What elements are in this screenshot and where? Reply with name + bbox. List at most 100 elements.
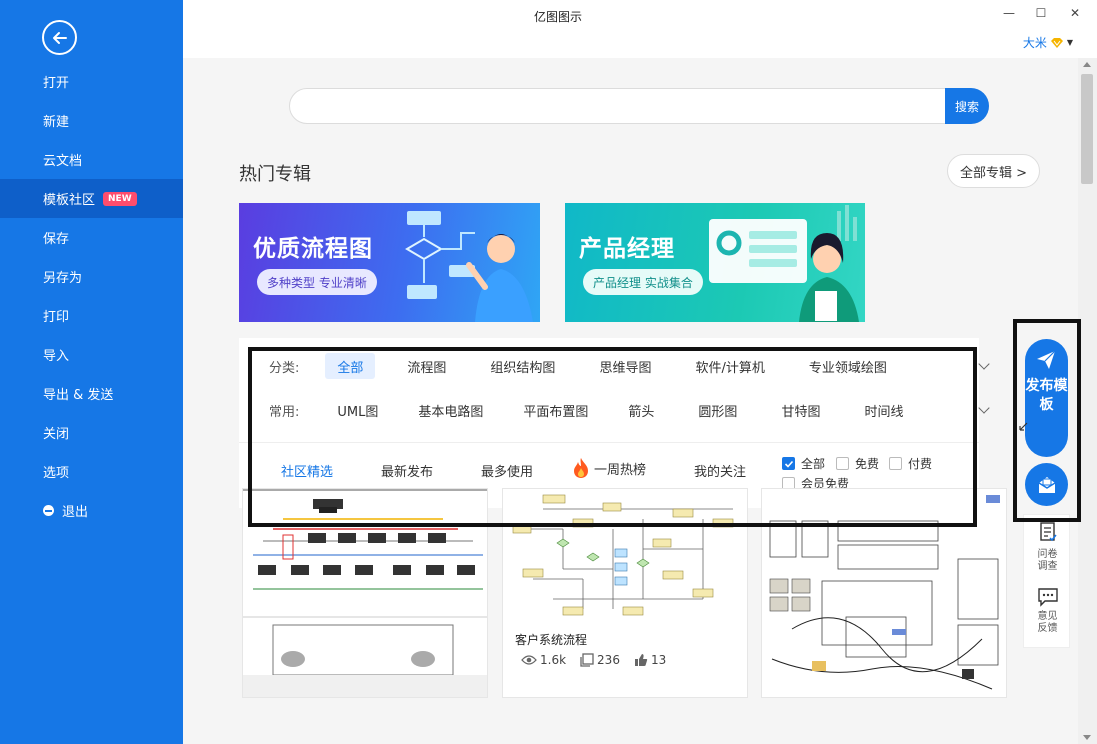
common-arrow[interactable]: 箭头 bbox=[616, 397, 666, 423]
back-button[interactable] bbox=[42, 20, 77, 55]
all-albums-button[interactable]: 全部专辑 > bbox=[947, 154, 1040, 188]
favorites-count: 236 bbox=[597, 653, 620, 667]
search-input[interactable] bbox=[304, 89, 934, 123]
checkbox-checked-icon bbox=[782, 457, 795, 470]
maximize-icon: ☐ bbox=[1035, 6, 1047, 20]
banner-subtitle: 多种类型 专业清晰 bbox=[257, 269, 377, 295]
sidebar-item-save-as[interactable]: 另存为 bbox=[0, 257, 183, 296]
vip-diamond-icon bbox=[1050, 37, 1063, 48]
common-timeline[interactable]: 时间线 bbox=[852, 397, 915, 423]
banner-title: 优质流程图 bbox=[253, 236, 373, 262]
mouse-cursor-icon bbox=[1019, 422, 1028, 431]
eye-icon bbox=[521, 655, 537, 665]
sidebar-item-label: 导出 & 发送 bbox=[43, 388, 114, 403]
category-org-chart[interactable]: 组织结构图 bbox=[478, 353, 567, 379]
category-expand-chevron-icon[interactable] bbox=[978, 358, 990, 370]
common-row: 常用: UML图 基本电路图 平面布置图 箭头 圆形图 甘特图 时间线 bbox=[269, 396, 915, 424]
scroll-down-arrow-icon[interactable] bbox=[1083, 735, 1091, 740]
common-label: 常用: bbox=[269, 404, 300, 420]
close-button[interactable]: ✕ bbox=[1065, 4, 1085, 22]
sidebar-item-import[interactable]: 导入 bbox=[0, 335, 183, 374]
sidebar-item-new[interactable]: 新建 bbox=[0, 101, 183, 140]
tab-community-picks[interactable]: 社区精选 bbox=[281, 461, 333, 480]
user-menu[interactable]: 大米 ▼ bbox=[1023, 34, 1073, 51]
filter-free-checkbox[interactable]: 免费 bbox=[836, 455, 879, 472]
sidebar-item-exit[interactable]: 退出 bbox=[0, 491, 183, 530]
filter-all-checkbox[interactable]: 全部 bbox=[782, 455, 825, 472]
user-name: 大米 bbox=[1022, 36, 1047, 50]
common-uml[interactable]: UML图 bbox=[325, 397, 390, 423]
likes-count: 13 bbox=[650, 653, 667, 667]
tab-latest[interactable]: 最新发布 bbox=[381, 461, 433, 480]
sidebar-item-save[interactable]: 保存 bbox=[0, 218, 183, 257]
common-expand-chevron-icon[interactable] bbox=[978, 402, 990, 414]
scroll-thumb[interactable] bbox=[1081, 74, 1093, 184]
views-count: 1.6k bbox=[540, 653, 567, 667]
sidebar-item-export-send[interactable]: 导出 & 发送 bbox=[0, 374, 183, 413]
card-title: 客户系统流程 bbox=[515, 633, 588, 647]
maximize-button[interactable]: ☐ bbox=[1031, 4, 1051, 22]
app-window: 打开 新建 云文档 模板社区 NEW 保存 另存为 打印 导入 导出 & 发送 … bbox=[0, 0, 1097, 744]
search-button-label: 搜索 bbox=[954, 99, 979, 114]
sidebar-item-label: 关闭 bbox=[43, 427, 70, 442]
album-banner-flowchart[interactable]: 优质流程图 多种类型 专业清晰 bbox=[239, 203, 540, 322]
survey-icon bbox=[1039, 522, 1057, 542]
checkbox-icon bbox=[836, 457, 849, 470]
sidebar-menu: 打开 新建 云文档 模板社区 NEW 保存 另存为 打印 导入 导出 & 发送 … bbox=[0, 62, 183, 530]
sort-tabs: 社区精选 最新发布 最多使用 一周热榜 我的关注 全部 免费 付费 会员免费 bbox=[239, 442, 979, 494]
common-floor-plan[interactable]: 平面布置图 bbox=[511, 397, 600, 423]
filter-paid-checkbox[interactable]: 付费 bbox=[889, 455, 932, 472]
hot-albums-title: 热门专辑 bbox=[239, 164, 311, 185]
category-all[interactable]: 全部 bbox=[325, 353, 376, 379]
template-card-architecture[interactable] bbox=[761, 488, 1007, 698]
flowchart-illustration bbox=[405, 211, 533, 322]
architecture-diagram-thumbnail bbox=[762, 489, 1006, 697]
sidebar-item-label: 保存 bbox=[43, 232, 70, 247]
network-diagram-thumbnail bbox=[243, 489, 487, 697]
tab-following[interactable]: 我的关注 bbox=[694, 461, 746, 480]
vertical-scrollbar[interactable] bbox=[1078, 58, 1097, 744]
title-bar: 亿图图示 — ☐ ✕ 大米 ▼ bbox=[183, 0, 1097, 58]
survey-label: 问卷调查 bbox=[1037, 549, 1058, 572]
category-flowchart[interactable]: 流程图 bbox=[395, 353, 458, 379]
tab-most-used[interactable]: 最多使用 bbox=[481, 461, 533, 480]
common-circle[interactable]: 圆形图 bbox=[686, 397, 749, 423]
sidebar-item-open[interactable]: 打开 bbox=[0, 62, 183, 101]
sidebar-item-template-community[interactable]: 模板社区 NEW bbox=[0, 179, 183, 218]
checkbox-icon bbox=[889, 457, 902, 470]
sidebar-item-cloud-docs[interactable]: 云文档 bbox=[0, 140, 183, 179]
product-manager-illustration bbox=[709, 205, 859, 322]
filter-paid-label: 付费 bbox=[908, 457, 933, 471]
common-circuit[interactable]: 基本电路图 bbox=[406, 397, 495, 423]
sidebar-item-label: 导入 bbox=[43, 349, 70, 364]
minus-circle-icon bbox=[43, 505, 54, 516]
publish-template-label: 发布模板 bbox=[1025, 378, 1068, 413]
message-button[interactable] bbox=[1025, 463, 1068, 506]
search-bar: 搜索 bbox=[289, 88, 989, 124]
sidebar-item-options[interactable]: 选项 bbox=[0, 452, 183, 491]
category-mind-map[interactable]: 思维导图 bbox=[587, 353, 663, 379]
sidebar-item-close[interactable]: 关闭 bbox=[0, 413, 183, 452]
category-software[interactable]: 软件/计算机 bbox=[683, 353, 776, 379]
copy-icon bbox=[580, 653, 594, 667]
search-button[interactable]: 搜索 bbox=[945, 88, 989, 124]
feedback-button[interactable]: 意见反馈 bbox=[1024, 587, 1071, 635]
arrow-left-icon bbox=[52, 31, 67, 44]
sidebar-item-label: 模板社区 bbox=[43, 193, 96, 208]
sidebar-item-print[interactable]: 打印 bbox=[0, 296, 183, 335]
new-badge: NEW bbox=[103, 191, 137, 206]
category-professional[interactable]: 专业领域绘图 bbox=[797, 353, 899, 379]
common-gantt[interactable]: 甘特图 bbox=[769, 397, 832, 423]
survey-button[interactable]: 问卷调查 bbox=[1024, 521, 1071, 573]
scroll-up-arrow-icon[interactable] bbox=[1083, 62, 1091, 67]
fire-icon bbox=[574, 458, 588, 478]
template-card-network[interactable] bbox=[242, 488, 488, 698]
publish-template-button[interactable]: 发布模板 bbox=[1025, 339, 1068, 457]
minimize-button[interactable]: — bbox=[999, 4, 1019, 22]
sidebar-item-label: 选项 bbox=[43, 466, 70, 481]
template-card-customer-flow[interactable]: 客户系统流程 1.6k 236 13 bbox=[502, 488, 748, 698]
banner-title: 产品经理 bbox=[579, 236, 675, 262]
sidebar-item-label: 打印 bbox=[43, 310, 70, 325]
album-banner-product-manager[interactable]: 产品经理 产品经理 实战集合 bbox=[565, 203, 865, 322]
tab-weekly-hot[interactable]: 一周热榜 bbox=[571, 457, 646, 479]
